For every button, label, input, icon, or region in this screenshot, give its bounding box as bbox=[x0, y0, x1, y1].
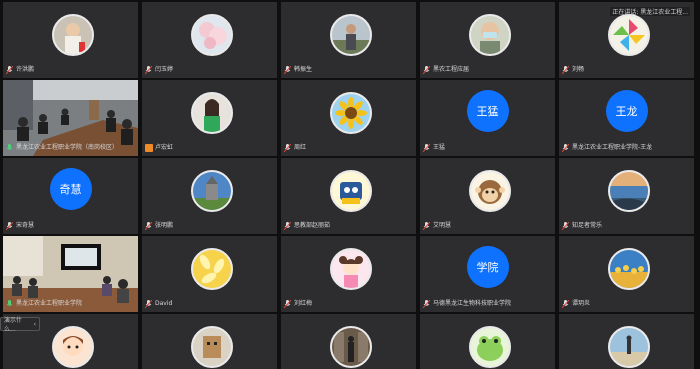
participant-name: 谭玥炎 bbox=[572, 300, 591, 307]
participant-name: 刘红梅 bbox=[294, 300, 313, 307]
avatar bbox=[607, 248, 650, 290]
sidebar-toggle[interactable]: 演示什么... ‹ bbox=[0, 317, 40, 333]
participant-name: 周红 bbox=[294, 144, 307, 151]
participant-tile[interactable]: 黑农工程应届 bbox=[420, 2, 555, 78]
participant-tile[interactable]: 正在讲话: 黑龙江农业工程... 刘畅 bbox=[559, 2, 694, 78]
participant-tile[interactable]: 艾明慧 bbox=[420, 158, 555, 234]
participant-tile[interactable]: 闫玉婷 bbox=[142, 2, 277, 78]
mic-muted-icon bbox=[562, 300, 569, 308]
participant-name: 许洪鹏 bbox=[16, 66, 35, 73]
participant-name: 卢宏虹 bbox=[155, 144, 174, 151]
avatar bbox=[607, 170, 650, 212]
participant-tile[interactable]: 周红 bbox=[281, 80, 416, 156]
mic-muted-icon bbox=[6, 66, 13, 74]
participant-tile[interactable]: 王猛 王猛 bbox=[420, 80, 555, 156]
participant-video-tile[interactable]: 黑龙江农业工程职业学院（南岗校区） bbox=[3, 80, 138, 156]
mic-muted-icon bbox=[6, 222, 13, 230]
participant-name: 黑龙江农业工程职业学院 bbox=[16, 300, 83, 307]
chevron-left-icon: ‹ bbox=[33, 320, 36, 328]
avatar bbox=[51, 14, 94, 56]
participant-name: 宋奇慧 bbox=[16, 222, 35, 229]
avatar bbox=[329, 325, 372, 368]
avatar: 王猛 bbox=[466, 90, 509, 132]
participant-tile[interactable]: 张明鹏 bbox=[142, 158, 277, 234]
mic-icon bbox=[6, 144, 13, 152]
raised-hand-icon bbox=[145, 144, 153, 152]
mic-muted-icon bbox=[423, 66, 430, 74]
participant-tile[interactable] bbox=[559, 314, 694, 369]
avatar bbox=[468, 14, 511, 56]
mic-muted-icon bbox=[284, 144, 291, 152]
mic-muted-icon bbox=[145, 222, 152, 230]
participant-name: 刘畅 bbox=[572, 66, 585, 73]
avatar: 王龙 bbox=[605, 90, 648, 132]
participant-tile[interactable]: 许洪鹏 bbox=[3, 2, 138, 78]
mic-muted-icon bbox=[284, 66, 291, 74]
participant-tile[interactable]: 知足者常乐 bbox=[559, 158, 694, 234]
mic-muted-icon bbox=[423, 222, 430, 230]
participant-tile[interactable] bbox=[142, 314, 277, 369]
avatar bbox=[468, 325, 511, 368]
avatar bbox=[190, 14, 233, 56]
participant-name: 黑农工程应届 bbox=[433, 66, 470, 73]
mic-muted-icon bbox=[423, 144, 430, 152]
mic-muted-icon bbox=[562, 222, 569, 230]
avatar bbox=[329, 248, 372, 290]
video-grid: 许洪鹏 闫玉婷 韩振生 黑农工程应届 正在讲话: 黑龙江农业工程... 刘畅 黑… bbox=[3, 2, 697, 369]
participant-name: 马德黑龙江生物科技职业学院 bbox=[433, 300, 512, 307]
participant-name: 韩振生 bbox=[294, 66, 313, 73]
avatar bbox=[329, 14, 372, 56]
avatar bbox=[190, 248, 233, 290]
participant-tile[interactable]: 谭玥炎 bbox=[559, 236, 694, 312]
avatar bbox=[190, 92, 233, 134]
mic-muted-icon bbox=[423, 300, 430, 308]
sidebar-toggle-label: 演示什么... bbox=[4, 317, 23, 333]
mic-muted-icon bbox=[284, 300, 291, 308]
mic-muted-icon bbox=[145, 300, 152, 308]
avatar bbox=[607, 325, 650, 368]
avatar bbox=[329, 170, 372, 212]
participant-tile[interactable]: 刘红梅 bbox=[281, 236, 416, 312]
participant-tile[interactable] bbox=[420, 314, 555, 369]
participant-tile[interactable]: 韩振生 bbox=[281, 2, 416, 78]
avatar bbox=[607, 14, 650, 56]
participant-tile[interactable] bbox=[281, 314, 416, 369]
participant-video-tile[interactable]: 黑龙江农业工程职业学院 bbox=[3, 236, 138, 312]
participant-name: 王猛 bbox=[433, 144, 446, 151]
mic-muted-icon bbox=[284, 222, 291, 230]
participant-name: 知足者常乐 bbox=[572, 222, 603, 229]
avatar bbox=[329, 92, 372, 134]
avatar bbox=[190, 325, 233, 368]
participant-tile[interactable]: 王龙 黑龙江农业工程职业学院-王龙 bbox=[559, 80, 694, 156]
participant-name: 张明鹏 bbox=[155, 222, 174, 229]
participant-tile[interactable]: David bbox=[142, 236, 277, 312]
avatar bbox=[51, 325, 94, 368]
mic-muted-icon bbox=[562, 144, 569, 152]
participant-tile[interactable]: 思教部赵丽茹 bbox=[281, 158, 416, 234]
avatar: 奇慧 bbox=[49, 168, 92, 210]
avatar: 学院 bbox=[466, 246, 509, 288]
avatar bbox=[468, 170, 511, 212]
participant-name: 闫玉婷 bbox=[155, 66, 174, 73]
mic-icon bbox=[6, 300, 13, 308]
mic-muted-icon bbox=[145, 66, 152, 74]
participant-tile[interactable]: 奇慧 宋奇慧 bbox=[3, 158, 138, 234]
mic-muted-icon bbox=[562, 66, 569, 74]
participant-name: David bbox=[155, 300, 173, 307]
participant-name: 艾明慧 bbox=[433, 222, 452, 229]
participant-tile[interactable]: 学院 马德黑龙江生物科技职业学院 bbox=[420, 236, 555, 312]
participant-name: 思教部赵丽茹 bbox=[294, 222, 331, 229]
avatar bbox=[190, 170, 233, 212]
participant-tile[interactable]: 卢宏虹 bbox=[142, 80, 277, 156]
participant-name: 黑龙江农业工程职业学院（南岗校区） bbox=[16, 144, 119, 151]
participant-name: 黑龙江农业工程职业学院-王龙 bbox=[572, 144, 653, 151]
